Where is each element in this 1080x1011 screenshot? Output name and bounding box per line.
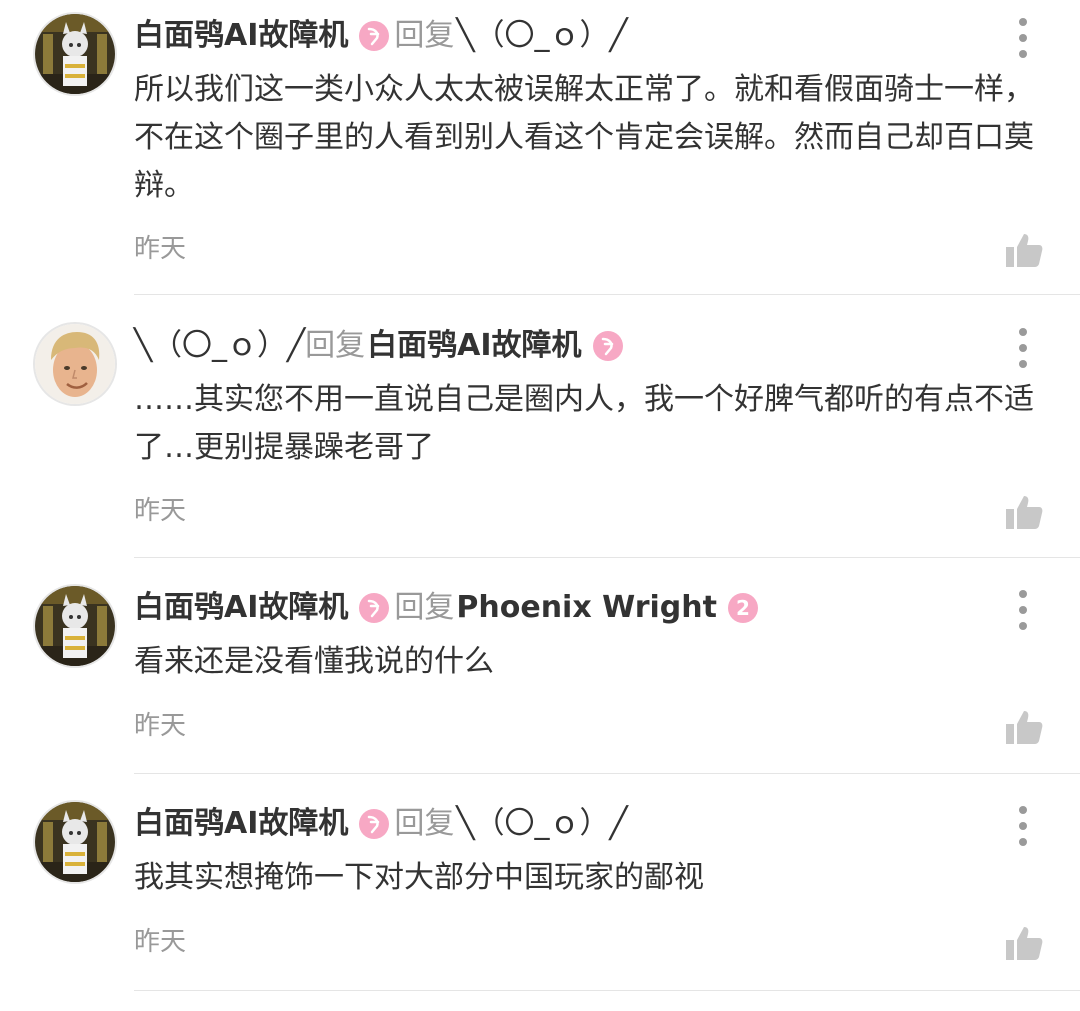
reply-target-name[interactable]: Phoenix Wright [456,586,717,630]
avatar[interactable] [35,586,115,666]
author-name[interactable]: 白面鸮AI故障机 [134,586,348,630]
comment-text: 看来还是没看懂我说的什么 [134,644,494,679]
more-vertical-icon[interactable] [1008,806,1038,846]
comment-header: 白面鸮AI故障机 回复 ╲（〇_ｏ）╱ [134,802,628,846]
more-vertical-icon[interactable] [1008,18,1038,58]
reply-target-name[interactable]: 白面鸮AI故障机 [367,324,581,368]
avatar[interactable] [35,324,115,404]
comment-text: 我其实想掩饰一下对大部分中国玩家的鄙视 [134,860,704,895]
comment-text: 所以我们这一类小众人太太被误解太正常了。就和看假面骑士一样，不在这个圈子里的人看… [134,72,1034,203]
reply-label: 回复 [394,18,455,53]
divider [134,557,1080,558]
comment-header: ╲（〇_ｏ）╱ 回复 白面鸮AI故障机 [134,324,628,368]
avatar[interactable] [35,14,115,94]
level-badge-icon [358,592,390,624]
comment-text: ……其实您不用一直说自己是圈内人，我一个好脾气都听的有点不适了…更别提暴躁老哥了 [134,382,1034,465]
divider [134,294,1080,295]
avatar[interactable] [35,802,115,882]
reply-label: 回复 [305,328,366,363]
thumbs-up-icon[interactable] [1004,492,1044,532]
thumbs-up-icon[interactable] [1004,707,1044,747]
comment-time: 昨天 [134,711,187,741]
level-number: 2 [736,596,750,620]
comment-time: 昨天 [134,927,187,957]
level-badge-icon [592,330,624,362]
level-badge-icon [358,808,390,840]
divider [134,773,1080,774]
more-vertical-icon[interactable] [1008,590,1038,630]
level-2-badge-icon: 2 [727,592,759,624]
level-badge-icon [358,20,390,52]
author-name[interactable]: 白面鸮AI故障机 [134,14,348,58]
more-vertical-icon[interactable] [1008,328,1038,368]
reply-label: 回复 [394,590,455,625]
comment-time: 昨天 [134,496,187,526]
thumbs-up-icon[interactable] [1004,230,1044,270]
divider [134,990,1080,991]
comment-header: 白面鸮AI故障机 回复 Phoenix Wright 2 [134,586,763,630]
author-name[interactable]: 白面鸮AI故障机 [134,802,348,846]
comment-time: 昨天 [134,234,187,264]
author-name[interactable]: ╲（〇_ｏ）╱ [134,324,305,368]
reply-target-name[interactable]: ╲（〇_ｏ）╱ [456,802,627,846]
thumbs-up-icon[interactable] [1004,923,1044,963]
comment-header: 白面鸮AI故障机 回复 ╲（〇_ｏ）╱ [134,14,628,58]
reply-target-name[interactable]: ╲（〇_ｏ）╱ [456,14,627,58]
reply-label: 回复 [394,806,455,841]
